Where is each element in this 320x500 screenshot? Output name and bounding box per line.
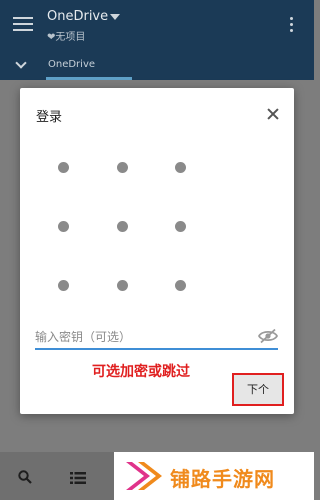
list-view-icon[interactable] [70,472,86,484]
breadcrumb-tab-onedrive[interactable]: OneDrive [48,59,95,70]
active-tab-indicator [46,77,132,80]
pattern-dot[interactable] [58,221,69,232]
more-options-icon[interactable] [290,17,294,33]
pattern-dot[interactable] [58,162,69,173]
pattern-dot[interactable] [117,280,128,291]
pattern-dot[interactable] [117,221,128,232]
app-subtitle: ❤无项目 [47,32,86,43]
visibility-off-icon[interactable] [258,328,278,344]
site-watermark: 铺路手游网 [114,452,314,500]
pattern-dot[interactable] [175,221,186,232]
app-bar: OneDrive ❤无项目 [0,0,314,50]
account-dropdown-icon[interactable] [110,14,120,20]
chevron-down-icon[interactable] [15,57,27,69]
dialog-title: 登录 [36,110,63,125]
pattern-dot[interactable] [117,162,128,173]
password-input[interactable] [35,326,278,350]
pattern-dot[interactable] [175,280,186,291]
breadcrumb-bar: OneDrive [0,50,314,80]
pattern-dot[interactable] [175,162,186,173]
pattern-dot[interactable] [58,280,69,291]
next-button[interactable]: 下个 [232,373,284,406]
close-icon[interactable] [267,108,279,120]
watermark-text: 铺路手游网 [170,467,275,491]
search-icon[interactable] [18,470,32,484]
annotation-text: 可选加密或跳过 [92,364,190,380]
hamburger-menu-icon[interactable] [13,17,33,32]
login-dialog: 登录 可选加密或跳过 下个 [20,88,294,414]
app-title[interactable]: OneDrive [47,9,108,24]
watermark-logo-icon [126,462,162,490]
